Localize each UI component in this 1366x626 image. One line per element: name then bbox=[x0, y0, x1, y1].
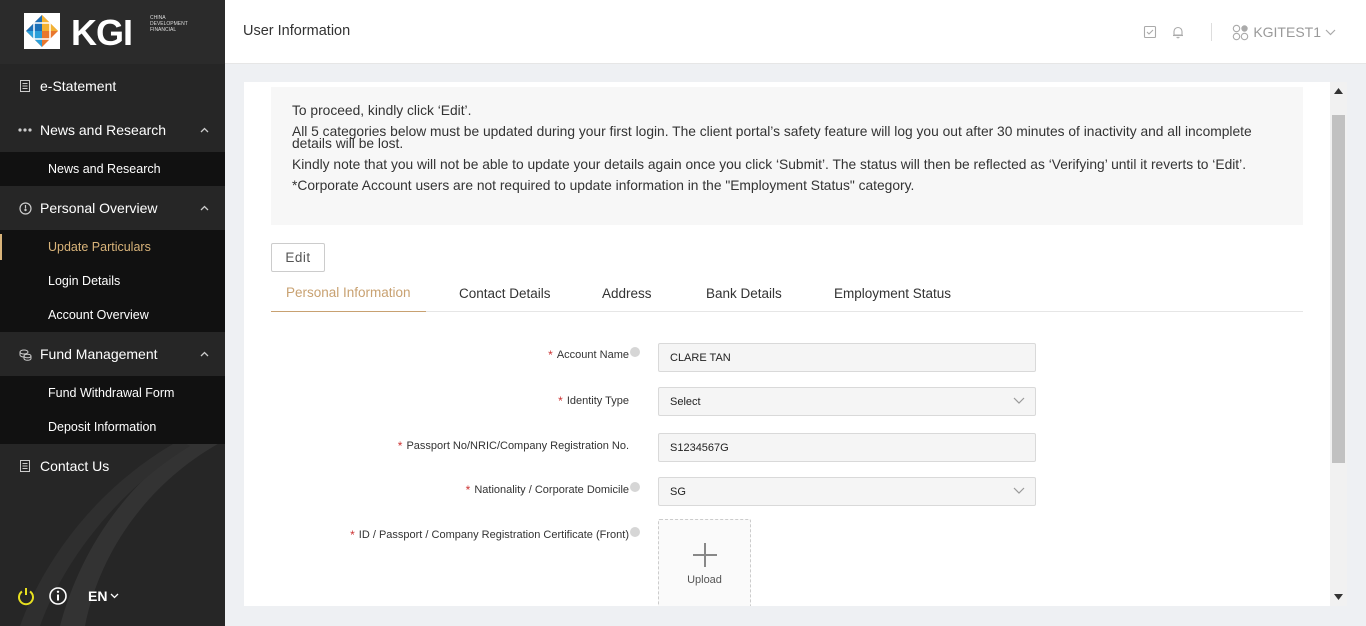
sidebar-subitem-account-overview[interactable]: Account Overview bbox=[0, 298, 225, 332]
chevron-down-icon bbox=[1013, 487, 1025, 494]
sidebar-subitem-fund-withdrawal-form[interactable]: Fund Withdrawal Form bbox=[0, 376, 225, 410]
sidebar: KGI CHINA DEVELOPMENT FINANCIAL e-Statem… bbox=[0, 0, 225, 626]
username: KGITEST1 bbox=[1253, 24, 1321, 40]
submenu-news-and-research: News and Research bbox=[0, 152, 225, 186]
account-name-field[interactable]: CLARE TAN bbox=[658, 343, 1036, 372]
brand-subtitle: CHINA DEVELOPMENT FINANCIAL bbox=[150, 15, 188, 33]
bottom-gutter bbox=[225, 606, 1366, 626]
checklist-icon[interactable] bbox=[1143, 25, 1157, 39]
sidebar-subitem-update-particulars[interactable]: Update Particulars bbox=[0, 230, 225, 264]
sidebar-item-e-statement[interactable]: e-Statement bbox=[0, 64, 225, 108]
bell-icon[interactable] bbox=[1171, 25, 1185, 39]
help-icon[interactable] bbox=[630, 482, 640, 492]
user-menu[interactable]: KGITEST1 bbox=[1232, 24, 1336, 41]
notice-line: *Corporate Account users are not require… bbox=[292, 178, 915, 193]
power-icon[interactable] bbox=[16, 586, 36, 606]
id-front-upload[interactable]: Upload bbox=[658, 519, 751, 606]
sidebar-item-label: Fund Management bbox=[40, 346, 158, 362]
dots-icon bbox=[18, 123, 32, 137]
sidebar-item-fund-management[interactable]: Fund Management bbox=[0, 332, 225, 376]
id-front-label: * ID / Passport / Company Registration C… bbox=[350, 527, 640, 542]
sidebar-subitem-deposit-information[interactable]: Deposit Information bbox=[0, 410, 225, 444]
language-label: EN bbox=[88, 588, 108, 604]
tab-employment-status[interactable]: Employment Status bbox=[834, 274, 951, 312]
sidebar-subitem-login-details[interactable]: Login Details bbox=[0, 264, 225, 298]
plus-icon bbox=[692, 543, 717, 567]
document-icon bbox=[18, 459, 32, 473]
page-title: User Information bbox=[243, 23, 351, 39]
tab-contact-details[interactable]: Contact Details bbox=[459, 274, 551, 312]
sidebar-footer: EN bbox=[0, 566, 225, 626]
sidebar-item-contact-us[interactable]: Contact Us bbox=[0, 444, 225, 488]
sidebar-item-news-and-research[interactable]: News and Research bbox=[0, 108, 225, 152]
brand-logo[interactable]: KGI CHINA DEVELOPMENT FINANCIAL bbox=[0, 0, 225, 64]
coins-icon bbox=[18, 347, 32, 361]
gauge-icon bbox=[18, 201, 32, 215]
main-content: To proceed, kindly click ‘Edit’. All 5 c… bbox=[244, 82, 1330, 606]
passport-no-field[interactable]: S1234567G bbox=[658, 433, 1036, 462]
info-icon[interactable] bbox=[48, 586, 68, 606]
chevron-up-icon[interactable] bbox=[200, 126, 209, 135]
tab-address[interactable]: Address bbox=[602, 274, 652, 312]
chevron-down-icon bbox=[1325, 29, 1336, 35]
sidebar-nav: e-Statement News and Research News and R… bbox=[0, 64, 225, 488]
sidebar-item-personal-overview[interactable]: Personal Overview bbox=[0, 186, 225, 230]
submenu-personal-overview: Update Particulars Login Details Account… bbox=[0, 230, 225, 332]
scroll-down-arrow-icon[interactable] bbox=[1334, 594, 1343, 600]
tab-personal-information[interactable]: Personal Information bbox=[271, 274, 426, 312]
user-apps-icon bbox=[1233, 24, 1249, 40]
content-scrollbar[interactable] bbox=[1330, 82, 1347, 606]
sidebar-item-label: News and Research bbox=[40, 122, 167, 138]
notice-line: Kindly note that you will not be able to… bbox=[292, 157, 1247, 172]
document-icon bbox=[18, 79, 32, 93]
help-icon[interactable] bbox=[630, 347, 640, 357]
submenu-fund-management: Fund Withdrawal Form Deposit Information bbox=[0, 376, 225, 444]
sidebar-item-label: Personal Overview bbox=[40, 200, 158, 216]
brand-name: KGI bbox=[71, 12, 133, 53]
language-selector[interactable]: EN bbox=[88, 588, 119, 604]
help-icon[interactable] bbox=[630, 527, 640, 537]
header-actions: KGITEST1 bbox=[1143, 0, 1366, 64]
kgi-logo-mark-icon bbox=[24, 13, 60, 49]
sidebar-item-label: Contact Us bbox=[40, 458, 110, 474]
chevron-down-icon bbox=[1013, 397, 1025, 404]
notice-line: All 5 categories below must be updated d… bbox=[292, 124, 1252, 151]
identity-type-label: * Identity Type bbox=[558, 394, 629, 408]
upload-label: Upload bbox=[687, 574, 722, 586]
sidebar-subitem-news-and-research[interactable]: News and Research bbox=[0, 152, 225, 186]
chevron-up-icon[interactable] bbox=[200, 350, 209, 359]
chevron-down-icon bbox=[110, 593, 119, 599]
notice-line: To proceed, kindly click ‘Edit’. bbox=[292, 103, 472, 118]
sidebar-item-label: e-Statement bbox=[40, 78, 117, 94]
header-divider bbox=[1211, 23, 1213, 41]
top-header: User Information KGITEST1 bbox=[225, 0, 1366, 64]
scrollbar-thumb[interactable] bbox=[1332, 115, 1345, 463]
nationality-label: * Nationality / Corporate Domicile bbox=[466, 482, 640, 497]
passport-no-label: * Passport No/NRIC/Company Registration … bbox=[397, 439, 629, 453]
account-name-label: * Account Name bbox=[548, 347, 640, 362]
tab-bank-details[interactable]: Bank Details bbox=[706, 274, 782, 312]
identity-type-select[interactable]: Select bbox=[658, 387, 1036, 416]
nationality-select[interactable]: SG bbox=[658, 477, 1036, 506]
category-tabs: Personal Information Contact Details Add… bbox=[271, 274, 1303, 312]
instructions-notice: To proceed, kindly click ‘Edit’. All 5 c… bbox=[271, 87, 1303, 225]
scroll-up-arrow-icon[interactable] bbox=[1334, 88, 1343, 94]
edit-button[interactable]: Edit bbox=[271, 243, 325, 272]
chevron-up-icon[interactable] bbox=[200, 204, 209, 213]
